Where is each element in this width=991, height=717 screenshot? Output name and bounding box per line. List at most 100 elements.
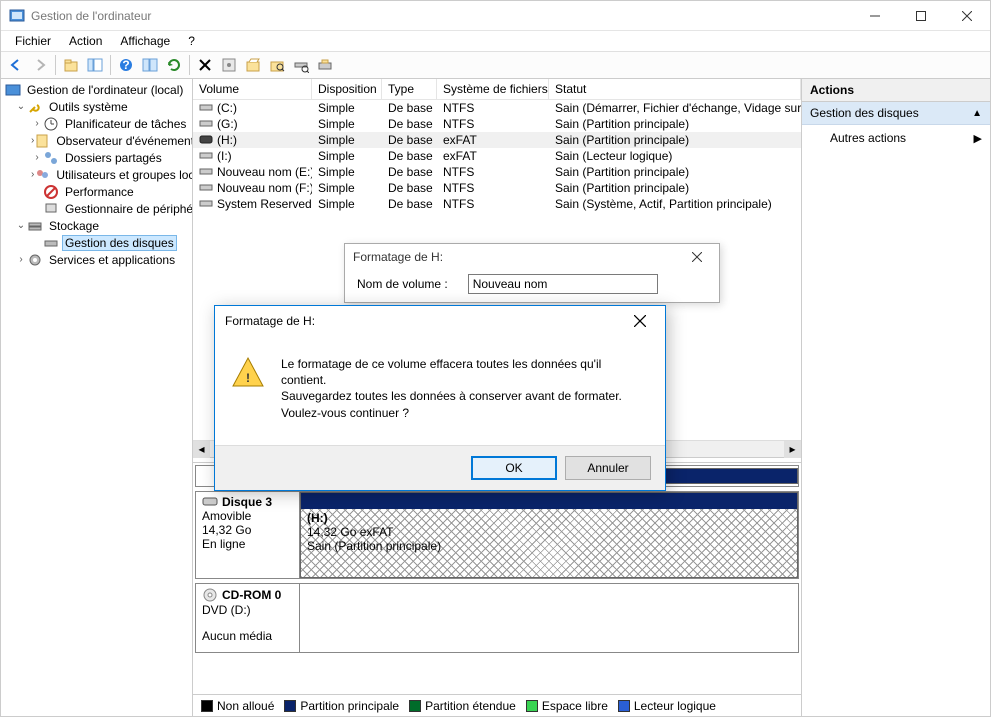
partition-box[interactable]: (H:) 14,32 Go exFAT Sain (Partition prin… bbox=[300, 492, 798, 578]
back-button[interactable] bbox=[5, 54, 27, 76]
scroll-right-button[interactable]: ▸ bbox=[784, 441, 801, 458]
tree-label: Dossiers partagés bbox=[62, 151, 165, 165]
volume-row[interactable]: (G:)SimpleDe baseNTFSSain (Partition pri… bbox=[193, 116, 801, 132]
tree-event-viewer[interactable]: › Observateur d'événements bbox=[1, 132, 192, 149]
attach-button[interactable] bbox=[314, 54, 336, 76]
col-filesystem[interactable]: Système de fichiers bbox=[437, 79, 549, 99]
help-button[interactable]: ? bbox=[115, 54, 137, 76]
volume-name-input[interactable] bbox=[468, 274, 658, 294]
volume-row[interactable]: System ReservedSimpleDe baseNTFSSain (Sy… bbox=[193, 196, 801, 212]
format-dialog-titlebar[interactable]: Formatage de H: bbox=[345, 244, 719, 270]
scroll-left-button[interactable]: ◂ bbox=[193, 441, 210, 458]
settings-button[interactable] bbox=[218, 54, 240, 76]
volume-row[interactable]: Nouveau nom (F:)SimpleDe baseNTFSSain (P… bbox=[193, 180, 801, 196]
share-icon bbox=[43, 150, 59, 166]
tree-task-scheduler[interactable]: › Planificateur de tâches bbox=[1, 115, 192, 132]
volume-layout: Simple bbox=[312, 197, 382, 211]
tree-shared-folders[interactable]: › Dossiers partagés bbox=[1, 149, 192, 166]
disk-state: En ligne bbox=[202, 537, 293, 551]
volume-row[interactable]: (C:)SimpleDe baseNTFSSain (Démarrer, Fic… bbox=[193, 100, 801, 116]
tree-services-apps[interactable]: › Services et applications bbox=[1, 251, 192, 268]
volume-icon bbox=[199, 199, 213, 209]
tree-users-groups[interactable]: › Utilisateurs et groupes locaux bbox=[1, 166, 192, 183]
tree-system-tools[interactable]: ⌄ Outils système bbox=[1, 98, 192, 115]
volume-name: Nouveau nom (F:) bbox=[217, 181, 312, 195]
delete-button[interactable] bbox=[194, 54, 216, 76]
close-button[interactable] bbox=[944, 1, 990, 31]
partition-status: Sain (Partition principale) bbox=[307, 539, 791, 553]
disk-row[interactable]: CD-ROM 0 DVD (D:) Aucun média bbox=[195, 583, 799, 653]
twisty-open-icon[interactable]: ⌄ bbox=[15, 220, 27, 231]
volume-row[interactable]: (I:)SimpleDe baseexFATSain (Lecteur logi… bbox=[193, 148, 801, 164]
volume-icon bbox=[199, 119, 213, 129]
tree-performance[interactable]: Performance bbox=[1, 183, 192, 200]
cancel-button[interactable]: Annuler bbox=[565, 456, 651, 480]
tree-root[interactable]: Gestion de l'ordinateur (local) bbox=[1, 81, 192, 98]
volume-type: De base bbox=[382, 197, 437, 211]
volume-fs: NTFS bbox=[437, 165, 549, 179]
maximize-button[interactable] bbox=[898, 1, 944, 31]
partition-label: (H:) bbox=[307, 511, 791, 525]
disk-name: Disque 3 bbox=[222, 495, 272, 509]
forward-button[interactable] bbox=[29, 54, 51, 76]
col-status[interactable]: Statut bbox=[549, 79, 801, 99]
tree-device-manager[interactable]: Gestionnaire de périphériques bbox=[1, 200, 192, 217]
close-icon[interactable] bbox=[683, 247, 711, 267]
tree-label: Planificateur de tâches bbox=[62, 117, 189, 131]
navigation-tree[interactable]: Gestion de l'ordinateur (local) ⌄ Outils… bbox=[1, 79, 193, 716]
volume-icon bbox=[199, 183, 213, 193]
col-type[interactable]: Type bbox=[382, 79, 437, 99]
menu-file[interactable]: Fichier bbox=[7, 32, 59, 50]
twisty-closed-icon[interactable]: › bbox=[31, 118, 43, 129]
volume-row[interactable]: (H:)SimpleDe baseexFATSain (Partition pr… bbox=[193, 132, 801, 148]
explore-button[interactable] bbox=[266, 54, 288, 76]
volume-icon bbox=[199, 103, 213, 113]
confirm-message: Le formatage de ce volume effacera toute… bbox=[281, 356, 649, 421]
menu-help[interactable]: ? bbox=[180, 32, 203, 50]
volume-status: Sain (Partition principale) bbox=[549, 117, 801, 131]
refresh-button[interactable] bbox=[163, 54, 185, 76]
volume-row[interactable]: Nouveau nom (E:)SimpleDe baseNTFSSain (P… bbox=[193, 164, 801, 180]
tree-storage[interactable]: ⌄ Stockage bbox=[1, 217, 192, 234]
col-layout[interactable]: Disposition bbox=[312, 79, 382, 99]
menu-bar: Fichier Action Affichage ? bbox=[1, 31, 990, 51]
volume-fs: exFAT bbox=[437, 149, 549, 163]
show-hide-tree-button[interactable] bbox=[84, 54, 106, 76]
disk-type: Amovible bbox=[202, 509, 293, 523]
menu-action[interactable]: Action bbox=[61, 32, 110, 50]
volume-name: (G:) bbox=[217, 117, 238, 131]
close-icon[interactable] bbox=[625, 307, 655, 335]
action-more[interactable]: Autres actions ▶ bbox=[802, 125, 990, 151]
gear-icon bbox=[27, 252, 43, 268]
col-volume[interactable]: Volume bbox=[193, 79, 312, 99]
collapse-icon[interactable]: ▲ bbox=[972, 108, 982, 119]
format-dialog-title: Formatage de H: bbox=[353, 250, 443, 264]
volume-icon bbox=[199, 167, 213, 177]
open-button[interactable] bbox=[242, 54, 264, 76]
volume-type: De base bbox=[382, 149, 437, 163]
ok-button[interactable]: OK bbox=[471, 456, 557, 480]
tree-disk-management[interactable]: Gestion des disques bbox=[1, 234, 192, 251]
format-dialog: Formatage de H: Nom de volume : bbox=[344, 243, 720, 303]
rescan-button[interactable] bbox=[290, 54, 312, 76]
menu-view[interactable]: Affichage bbox=[112, 32, 178, 50]
disk-row[interactable]: Disque 3 Amovible 14,32 Go En ligne (H:)… bbox=[195, 491, 799, 579]
confirm-dialog-titlebar[interactable]: Formatage de H: bbox=[215, 306, 665, 336]
volume-name: System Reserved bbox=[217, 197, 312, 211]
up-button[interactable] bbox=[60, 54, 82, 76]
svg-text:?: ? bbox=[122, 58, 129, 72]
legend-primary: Partition principale bbox=[284, 699, 399, 713]
twisty-closed-icon[interactable]: › bbox=[31, 152, 43, 163]
tree-label: Gestionnaire de périphériques bbox=[62, 202, 193, 216]
storage-icon bbox=[27, 218, 43, 234]
volume-status: Sain (Lecteur logique) bbox=[549, 149, 801, 163]
actions-header: Actions bbox=[802, 79, 990, 102]
minimize-button[interactable] bbox=[852, 1, 898, 31]
volume-layout: Simple bbox=[312, 149, 382, 163]
twisty-closed-icon[interactable]: › bbox=[15, 254, 27, 265]
twisty-open-icon[interactable]: ⌄ bbox=[15, 101, 27, 112]
users-icon bbox=[34, 167, 50, 183]
actions-section-title[interactable]: Gestion des disques ▲ bbox=[802, 102, 990, 125]
properties-button[interactable] bbox=[139, 54, 161, 76]
volume-layout: Simple bbox=[312, 181, 382, 195]
